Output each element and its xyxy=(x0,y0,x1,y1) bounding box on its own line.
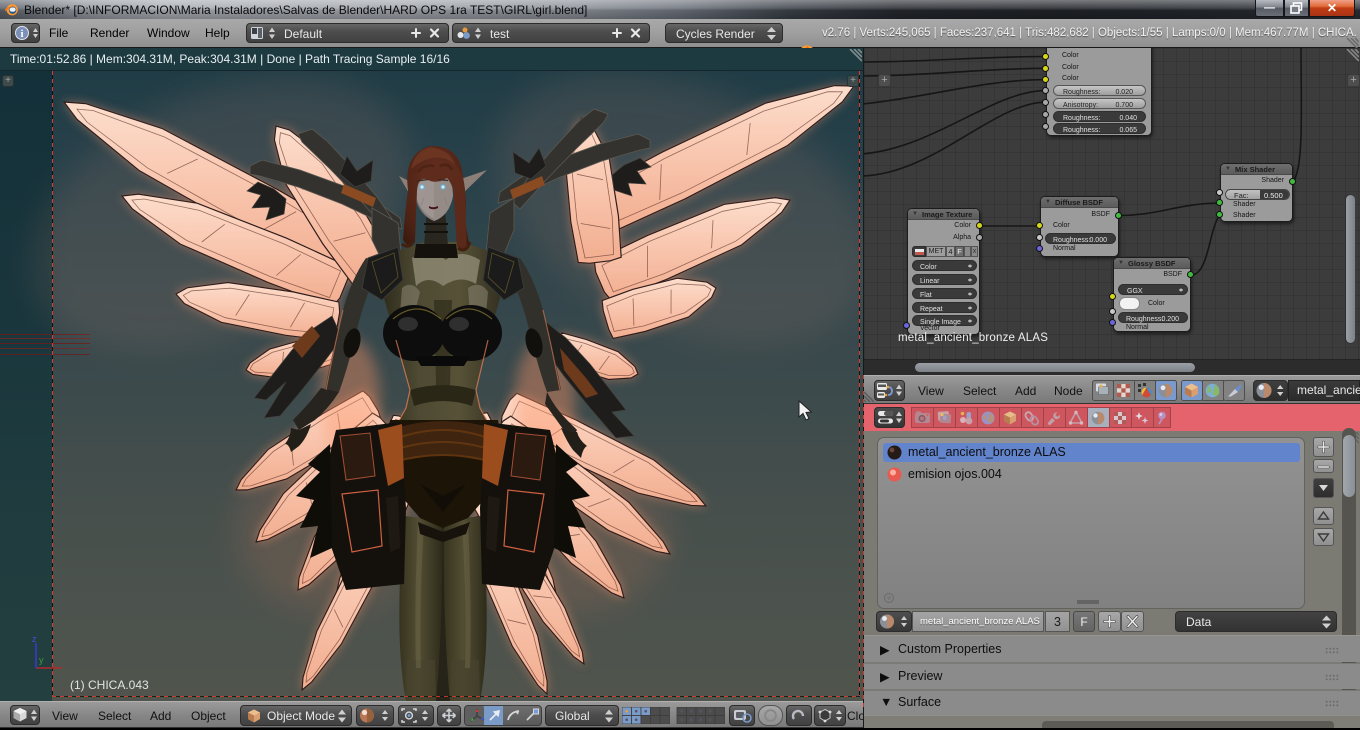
svg-text:y: y xyxy=(39,655,44,665)
svg-text:z: z xyxy=(32,634,37,644)
svg-text:i: i xyxy=(20,28,23,40)
